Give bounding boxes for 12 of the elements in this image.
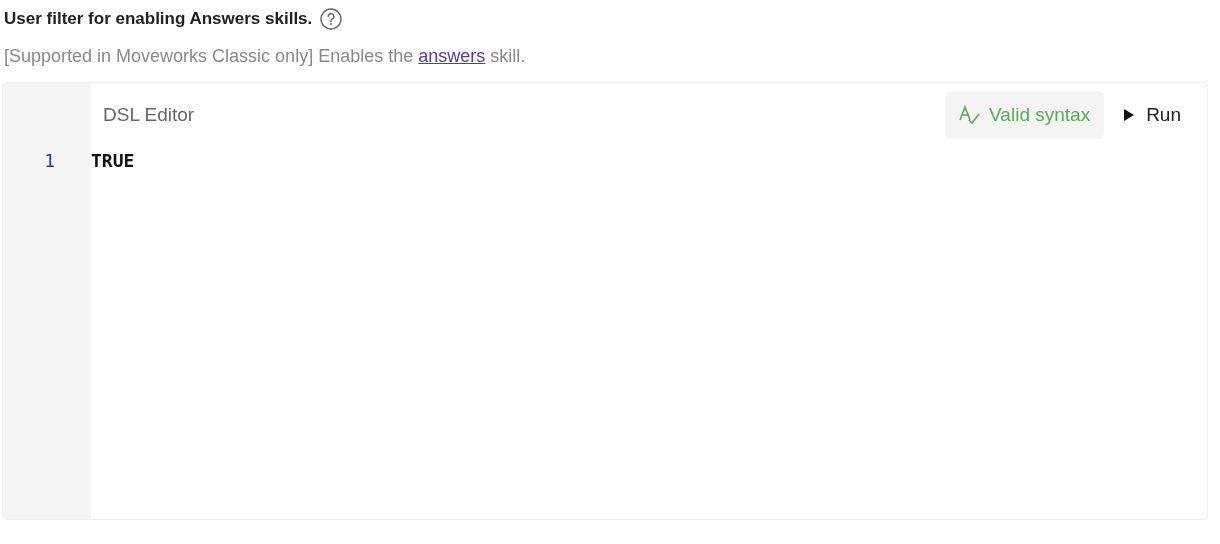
- field-title: User filter for enabling Answers skills.: [4, 9, 313, 29]
- help-icon[interactable]: [320, 8, 343, 30]
- code-editor[interactable]: 1 DSL Editor Valid syntax Run TRUE: [2, 82, 1208, 520]
- syntax-check-icon: [959, 104, 982, 125]
- play-icon: [1124, 108, 1135, 121]
- code-line: TRUE: [91, 149, 136, 173]
- status-label: Valid syntax: [989, 103, 1091, 126]
- field-description: [Supported in Moveworks Classic only] Enables the answers skill.: [4, 46, 527, 68]
- answers-link[interactable]: answers: [418, 46, 486, 66]
- line-number: 1: [43, 149, 56, 173]
- editor-title: DSL Editor: [103, 103, 195, 126]
- run-button[interactable]: Run: [1124, 103, 1181, 126]
